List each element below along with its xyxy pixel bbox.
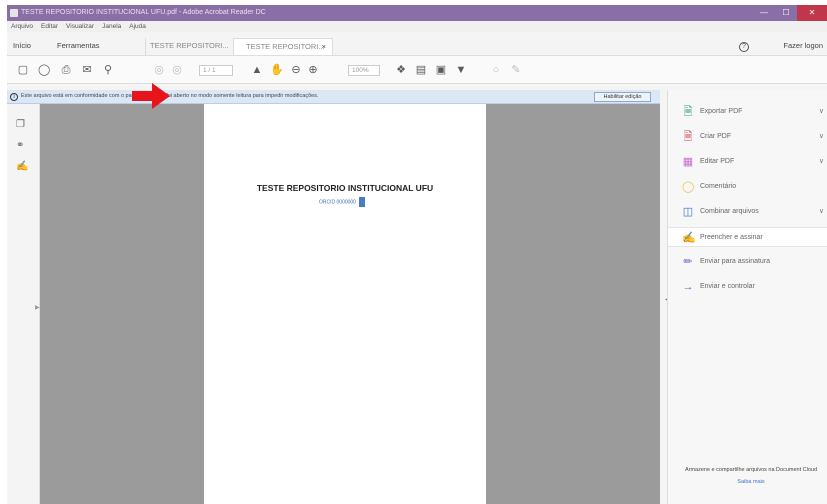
window-title: TESTE REPOSITORIO INSTITUCIONAL UFU.pdf … [21, 9, 266, 16]
zoom-level-field[interactable]: 100% [348, 65, 380, 76]
tab-bar: Início Ferramentas TESTE REPOSITORI... T… [7, 32, 827, 56]
search-icon[interactable]: ⚲ [102, 64, 114, 76]
page-number-field[interactable]: 1 / 1 [199, 65, 233, 76]
tool-label: Enviar para assinatura [700, 258, 771, 265]
tool-send-track[interactable]: → Enviar e controlar [668, 277, 827, 297]
email-icon[interactable]: ✉ [81, 64, 93, 76]
title-bar: TESTE REPOSITORIO INSTITUCIONAL UFU.pdf … [7, 5, 827, 21]
print-icon[interactable]: ⎙ [60, 64, 72, 76]
highlight-icon[interactable]: ▼ [455, 64, 467, 76]
export-pdf-icon: 🗎 [683, 106, 693, 118]
document-title: TESTE REPOSITORIO INSTITUCIONAL UFU [256, 183, 434, 193]
zoom-in-icon[interactable]: ⊕ [307, 64, 319, 76]
document-viewer[interactable]: TESTE REPOSITORIO INSTITUCIONAL UFU ORCI… [40, 104, 670, 504]
menu-bar: Arquivo Editar Visualizar Janela Ajuda [7, 21, 827, 32]
page-thumbnails-icon[interactable]: ❐ [16, 119, 27, 130]
menu-help[interactable]: Ajuda [129, 21, 146, 32]
send-signature-icon: ✏ [683, 256, 693, 268]
window-controls: — ☐ ✕ [753, 5, 827, 21]
tab-document-1[interactable]: TESTE REPOSITORI... [145, 38, 231, 55]
page-up-icon[interactable]: ◎ [153, 64, 165, 76]
tool-edit-pdf[interactable]: ▦ Editar PDF ∨ [668, 152, 827, 172]
create-icon[interactable]: ▢ [17, 64, 29, 76]
red-arrow-annotation-icon [132, 83, 170, 109]
pdfa-notice-bar: i Este arquivo está em conformidade com … [7, 90, 660, 104]
tools-panel: 🗎 Exportar PDF ∨ 🗎 Criar PDF ∨ ▦ Editar … [667, 90, 827, 504]
menu-edit[interactable]: Editar [41, 21, 58, 32]
info-icon: i [10, 93, 18, 101]
read-mode-icon[interactable]: ▤ [415, 64, 427, 76]
chevron-down-icon[interactable]: ∨ [819, 107, 824, 115]
select-cursor-icon[interactable]: ▲ [251, 64, 263, 76]
tool-create-pdf[interactable]: 🗎 Criar PDF ∨ [668, 127, 827, 147]
attachments-icon[interactable]: ⚭ [16, 140, 27, 151]
hand-tool-icon[interactable]: ✋ [270, 64, 284, 76]
upload-icon[interactable]: ◯ [38, 64, 50, 76]
menu-window[interactable]: Janela [102, 21, 121, 32]
tool-label: Criar PDF [700, 133, 732, 140]
tool-label: Combinar arquivos [700, 208, 759, 215]
tool-combine-files[interactable]: ◫ Combinar arquivos ∨ [668, 202, 827, 222]
comment-icon: ◯ [682, 181, 695, 193]
tool-export-pdf[interactable]: 🗎 Exportar PDF ∨ [668, 102, 827, 122]
chevron-down-icon[interactable]: ∨ [819, 157, 824, 165]
tab-tools[interactable]: Ferramentas [57, 38, 100, 55]
learn-more-link[interactable]: Saiba mais [678, 478, 824, 486]
minimize-button[interactable]: — [753, 5, 775, 21]
tool-fill-sign[interactable]: ✍ Preencher e assinar [668, 227, 827, 247]
expand-panel-icon[interactable]: ▶ [35, 304, 40, 311]
signatures-icon[interactable]: ✍ [16, 161, 28, 172]
promo-text: Armazene e compartilhe arquivos na Docum… [684, 467, 818, 473]
tool-label: Preencher e assinar [700, 234, 763, 241]
tab-document-2-label: TESTE REPOSITORI... [246, 42, 325, 51]
maximize-button[interactable]: ☐ [775, 5, 797, 21]
enable-editing-button[interactable]: Habilitar edição [594, 92, 651, 102]
full-screen-icon[interactable]: ▣ [435, 64, 447, 76]
document-orcid: ORCID 0000000 [319, 197, 365, 207]
acrobat-window: TESTE REPOSITORIO INSTITUCIONAL UFU.pdf … [7, 5, 827, 504]
tool-label: Enviar e controlar [700, 283, 755, 290]
document-cloud-promo: Armazene e compartilhe arquivos na Docum… [678, 466, 824, 486]
fill-sign-icon: ✍ [682, 232, 696, 244]
toolbar: ▢ ◯ ⎙ ✉ ⚲ ◎ ◎ 1 / 1 ▲ ✋ ⊖ ⊕ 100% ❖ ▤ ▣ ▼… [7, 56, 827, 84]
close-button[interactable]: ✕ [797, 5, 827, 21]
tab-document-2[interactable]: TESTE REPOSITORI... × [233, 38, 333, 55]
tool-label: Editar PDF [700, 158, 735, 165]
tab-home[interactable]: Início [13, 38, 31, 55]
tool-label: Exportar PDF [700, 108, 743, 115]
app-icon [10, 9, 18, 17]
orcid-badge-icon [358, 197, 365, 207]
zoom-out-icon[interactable]: ⊖ [290, 64, 302, 76]
send-track-icon: → [682, 281, 694, 293]
tool-send-signature[interactable]: ✏ Enviar para assinatura [668, 252, 827, 272]
page-down-icon[interactable]: ◎ [171, 64, 183, 76]
tool-comment[interactable]: ◯ Comentário [668, 177, 827, 197]
pen-icon[interactable]: ✎ [510, 64, 522, 76]
signin-link[interactable]: Fazer logon [783, 41, 823, 50]
left-navigation-panel: ❐ ⚭ ✍ ▶ [7, 104, 40, 504]
pdf-page: TESTE REPOSITORIO INSTITUCIONAL UFU ORCI… [204, 104, 486, 504]
fit-page-icon[interactable]: ❖ [395, 64, 407, 76]
edit-pdf-icon: ▦ [682, 156, 694, 168]
document-orcid-text: ORCID 0000000 [319, 199, 356, 206]
close-tab-icon[interactable]: × [322, 39, 326, 54]
create-pdf-icon: 🗎 [683, 131, 693, 143]
combine-files-icon: ◫ [682, 206, 694, 218]
menu-view[interactable]: Visualizar [66, 21, 94, 32]
tool-label: Comentário [700, 183, 737, 190]
comment-tool-icon[interactable]: ○ [490, 64, 502, 76]
chevron-down-icon[interactable]: ∨ [819, 207, 824, 215]
chevron-down-icon[interactable]: ∨ [819, 132, 824, 140]
help-icon[interactable]: ? [739, 42, 749, 52]
menu-file[interactable]: Arquivo [11, 21, 33, 32]
